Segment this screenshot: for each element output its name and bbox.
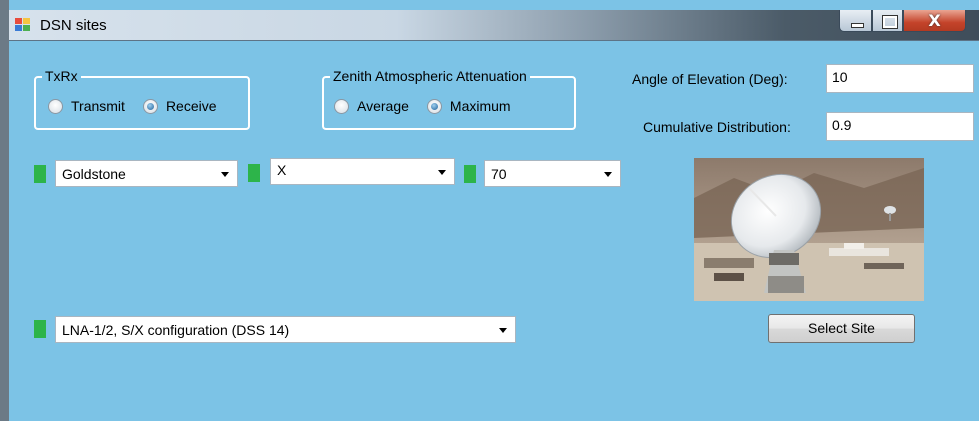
antenna-photo — [694, 158, 924, 301]
dsn-sites-window: DSN sites X TxRx Transmit Receive Zenith… — [0, 0, 979, 421]
receive-label[interactable]: Receive — [166, 98, 217, 114]
close-button[interactable]: X — [903, 10, 966, 32]
maximum-label[interactable]: Maximum — [450, 98, 511, 114]
antenna-combo[interactable]: 70 — [484, 160, 621, 187]
app-icon — [15, 18, 30, 31]
elevation-input[interactable]: 10 — [826, 64, 974, 93]
txrx-options: Transmit Receive — [48, 98, 235, 114]
site-combo-value: Goldstone — [62, 166, 126, 182]
chevron-down-icon[interactable] — [438, 170, 446, 175]
band-indicator — [248, 164, 260, 182]
select-site-button[interactable]: Select Site — [768, 314, 915, 343]
cumulative-input[interactable]: 0.9 — [826, 112, 974, 141]
window-left-edge — [0, 0, 9, 421]
title-bar[interactable]: DSN sites X — [9, 10, 979, 41]
band-combo[interactable]: X — [270, 158, 455, 185]
transmit-label[interactable]: Transmit — [71, 98, 125, 114]
txrx-legend: TxRx — [42, 68, 81, 84]
minimize-button[interactable] — [839, 10, 872, 32]
average-radio[interactable] — [334, 98, 349, 114]
elevation-label: Angle of Elevation (Deg): — [632, 71, 788, 87]
antenna-combo-value: 70 — [491, 166, 507, 182]
average-label[interactable]: Average — [357, 98, 409, 114]
transmit-radio[interactable] — [48, 98, 63, 114]
chevron-down-icon[interactable] — [221, 172, 229, 177]
site-indicator — [34, 165, 46, 183]
antenna-indicator — [464, 165, 476, 183]
receive-radio[interactable] — [142, 98, 158, 114]
maximum-radio[interactable] — [426, 98, 442, 114]
txrx-group: TxRx Transmit Receive — [34, 68, 250, 130]
cumulative-label: Cumulative Distribution: — [643, 119, 791, 135]
chevron-down-icon[interactable] — [499, 328, 507, 333]
site-combo[interactable]: Goldstone — [55, 160, 238, 187]
zenith-options: Average Maximum — [334, 98, 529, 114]
configuration-indicator — [34, 320, 46, 338]
zenith-attenuation-group: Zenith Atmospheric Attenuation Average M… — [322, 68, 576, 130]
window-title: DSN sites — [40, 17, 107, 34]
band-combo-value: X — [277, 162, 287, 178]
chevron-down-icon[interactable] — [604, 172, 612, 177]
maximize-button[interactable] — [872, 10, 903, 32]
configuration-combo[interactable]: LNA-1/2, S/X configuration (DSS 14) — [55, 316, 516, 343]
close-icon: X — [928, 11, 941, 30]
zenith-legend: Zenith Atmospheric Attenuation — [330, 68, 530, 84]
configuration-combo-value: LNA-1/2, S/X configuration (DSS 14) — [62, 322, 290, 338]
